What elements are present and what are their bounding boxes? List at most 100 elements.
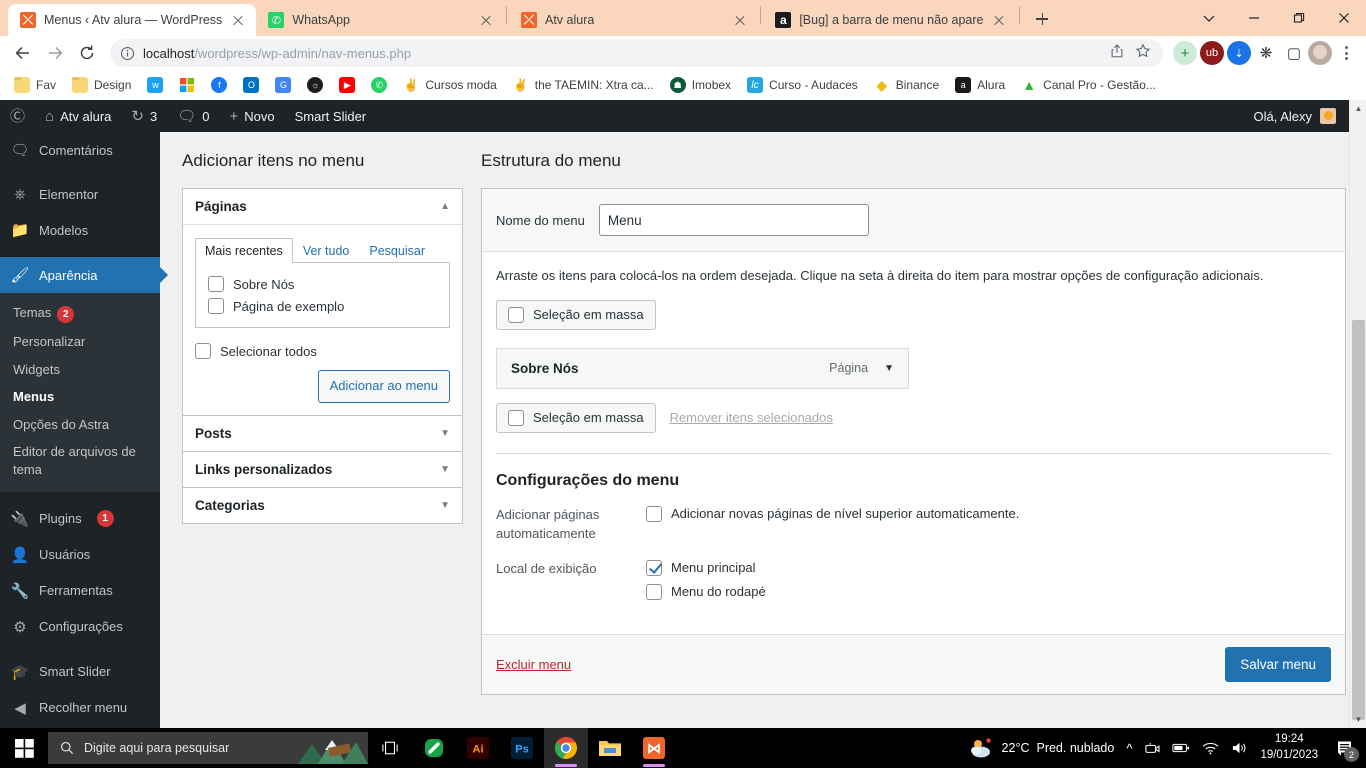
sidebar-subitem-menus[interactable]: Menus	[0, 383, 160, 411]
bookmark-item[interactable]: ✌ the TAEMIN: Xtra ca...	[507, 74, 660, 96]
browser-tab-3[interactable]: Atv alura	[509, 4, 758, 36]
remove-selected-items-link[interactable]: Remover itens selecionados	[670, 410, 833, 425]
custom-links-accordion-header[interactable]: Links personalizados ▼	[183, 452, 462, 487]
bulk-select-toggle-bottom[interactable]: Seleção em massa	[496, 402, 656, 433]
menu-name-input[interactable]	[598, 204, 869, 237]
sidebar-item-ferramentas[interactable]: 🔧 Ferramentas	[0, 573, 160, 609]
sidebar-toggle-icon[interactable]: ▢	[1282, 41, 1306, 65]
wifi-icon[interactable]	[1202, 741, 1219, 755]
bookmark-item[interactable]	[173, 74, 201, 96]
notification-center-button[interactable]: 2	[1330, 728, 1360, 768]
select-all-row[interactable]: Selecionar todos	[195, 340, 450, 362]
chevron-down-icon[interactable]: ▼	[440, 428, 450, 439]
sidebar-item-aparencia[interactable]: 🖌 Aparência	[0, 257, 160, 293]
location-checkbox-principal[interactable]	[646, 559, 662, 576]
scroll-down-arrow-icon[interactable]: ▼	[1350, 711, 1366, 728]
auto-add-checkbox-row[interactable]: Adicionar novas páginas de nível superio…	[646, 504, 1331, 528]
add-extension-icon[interactable]: +	[1173, 41, 1197, 65]
scroll-up-arrow-icon[interactable]: ▲	[1350, 100, 1366, 117]
bulk-select-toggle-top[interactable]: Seleção em massa	[496, 299, 656, 330]
sidebar-subitem-personalizar[interactable]: Personalizar	[0, 328, 160, 356]
bookmark-item[interactable]: w	[141, 74, 169, 96]
xampp-button[interactable]: ⋈	[632, 728, 676, 768]
bookmark-item[interactable]: f	[205, 74, 233, 96]
sidebar-subitem-temas[interactable]: Temas 2	[0, 299, 160, 328]
bookmark-star-icon[interactable]	[1135, 43, 1151, 64]
bookmark-item[interactable]: ▶	[333, 74, 361, 96]
bookmark-item[interactable]: ▲ Canal Pro - Gestão...	[1015, 74, 1162, 96]
show-hidden-icons-chevron[interactable]: ^	[1126, 741, 1132, 756]
location-row-rodape[interactable]: Menu do rodapé	[646, 582, 1331, 606]
bookmark-item[interactable]: a Alura	[949, 74, 1011, 96]
page-checkbox[interactable]	[208, 276, 224, 293]
tab-pesquisar[interactable]: Pesquisar	[359, 238, 435, 263]
sidebar-item-configuracoes[interactable]: ⚙ Configurações	[0, 609, 160, 645]
list-item[interactable]: Página de exemplo	[208, 295, 437, 317]
chrome-button[interactable]	[544, 728, 588, 768]
add-to-menu-button[interactable]: Adicionar ao menu	[317, 370, 450, 403]
sidebar-item-comentarios[interactable]: 🗨 Comentários	[0, 132, 160, 168]
page-checkbox[interactable]	[208, 298, 224, 315]
close-window-button[interactable]	[1321, 1, 1366, 35]
new-content-link[interactable]: + Novo	[219, 100, 284, 132]
close-icon[interactable]	[230, 12, 246, 28]
download-extension-icon[interactable]: ⇣	[1227, 41, 1251, 65]
profile-avatar[interactable]	[1308, 41, 1332, 65]
forward-icon[interactable]	[40, 38, 70, 68]
wp-logo-menu[interactable]: Ⓒ	[0, 100, 35, 132]
comments-link[interactable]: 🗨 0	[167, 100, 219, 132]
close-icon[interactable]	[732, 12, 748, 28]
menu-item-row[interactable]: Sobre Nós Página ▼	[496, 347, 909, 389]
tab-ver-tudo[interactable]: Ver tudo	[293, 238, 360, 263]
ublock-shield-icon[interactable]: ub	[1200, 41, 1224, 65]
new-tab-button[interactable]	[1028, 5, 1056, 33]
maximize-restore-button[interactable]	[1276, 1, 1321, 35]
clock[interactable]: 19:24 19/01/2023	[1260, 732, 1318, 763]
sidebar-collapse-button[interactable]: ◀ Recolher menu	[0, 690, 160, 726]
close-icon[interactable]	[478, 12, 494, 28]
volume-icon[interactable]	[1231, 741, 1248, 755]
search-input[interactable]: Digite aqui para pesquisar	[48, 732, 368, 764]
sidebar-subitem-opcoes-astra[interactable]: Opções do Astra	[0, 411, 160, 439]
bookmark-item[interactable]: O	[237, 74, 265, 96]
browser-tab-4[interactable]: [Bug] a barra de menu não apare	[763, 4, 1017, 36]
task-view-button[interactable]	[368, 728, 412, 768]
bookmark-item[interactable]: ✌ Cursos moda	[397, 74, 502, 96]
chevron-up-icon[interactable]: ▲	[440, 201, 450, 212]
chevron-down-icon[interactable]: ▼	[884, 363, 894, 374]
sidebar-item-smart-slider[interactable]: 🎓 Smart Slider	[0, 654, 160, 690]
sidebar-item-modelos[interactable]: 📁 Modelos	[0, 212, 160, 248]
location-checkbox-rodape[interactable]	[646, 583, 662, 600]
auto-add-checkbox[interactable]	[646, 505, 662, 522]
start-button[interactable]	[0, 728, 48, 768]
minimize-button[interactable]	[1231, 1, 1276, 35]
browser-tab-2[interactable]: WhatsApp	[256, 4, 504, 36]
sidebar-item-elementor[interactable]: ⎈ Elementor	[0, 177, 160, 212]
chevron-down-icon[interactable]: ▼	[440, 464, 450, 475]
bookmark-item[interactable]: G	[269, 74, 297, 96]
tab-mais-recentes[interactable]: Mais recentes	[195, 238, 293, 264]
chevron-down-icon[interactable]: ▼	[440, 500, 450, 511]
categories-accordion-header[interactable]: Categorias ▼	[183, 488, 462, 523]
posts-accordion-header[interactable]: Posts ▼	[183, 416, 462, 451]
camera-tray-icon[interactable]	[1144, 741, 1160, 755]
delete-menu-link[interactable]: Excluir menu	[496, 657, 571, 672]
updates-link[interactable]: ↻ 3	[121, 100, 167, 132]
tab-search-chevron-icon[interactable]	[1186, 1, 1231, 35]
scrollbar-thumb[interactable]	[1352, 320, 1365, 720]
extensions-puzzle-icon[interactable]: ❋	[1254, 41, 1278, 65]
bulk-select-checkbox[interactable]	[508, 409, 524, 426]
bookmark-item[interactable]: ☗ Imobex	[664, 74, 737, 96]
browser-tab-1[interactable]: Menus ‹ Atv alura — WordPress	[8, 4, 257, 36]
battery-icon[interactable]	[1172, 742, 1190, 754]
sidebar-subitem-editor-arquivos[interactable]: Editor de arquivos de tema	[0, 438, 160, 483]
bookmark-item[interactable]: lc Curso - Audaces	[741, 74, 864, 96]
chrome-menu-icon[interactable]	[1334, 41, 1358, 65]
address-bar[interactable]: localhost/wordpress/wp-admin/nav-menus.p…	[110, 39, 1163, 67]
bookmark-item[interactable]: Design	[66, 74, 137, 96]
site-name-link[interactable]: ⌂ Atv alura	[35, 100, 121, 132]
reload-icon[interactable]	[72, 38, 102, 68]
sidebar-subitem-widgets[interactable]: Widgets	[0, 356, 160, 384]
location-row-principal[interactable]: Menu principal	[646, 558, 1331, 582]
bookmark-item[interactable]: ◆ Binance	[868, 74, 945, 96]
